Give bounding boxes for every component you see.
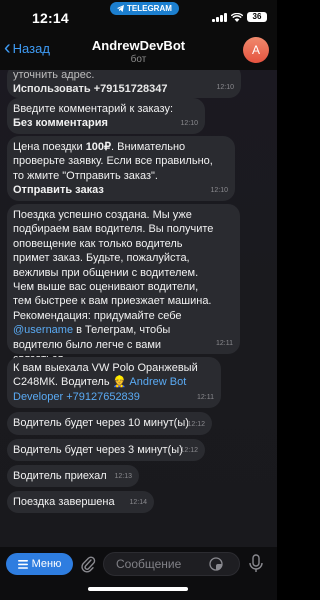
telegram-badge[interactable]: TELEGRAM: [110, 2, 179, 15]
menu-icon: [17, 559, 28, 569]
message-text: С248МК. Водитель 👷 Andrew Bot: [13, 376, 187, 389]
price-value: 100₽: [85, 141, 112, 153]
message-text: К вам выехала VW Polo Оранжевый: [13, 362, 198, 374]
username-link[interactable]: @username: [13, 324, 73, 336]
message-text: уточнить адрес.: [13, 70, 95, 81]
message-time: 12:14: [129, 498, 147, 506]
message-text: Цена поездки 100₽. Внимательно: [13, 141, 186, 153]
message-text: оповещение как только водитель: [13, 237, 183, 250]
driver-link[interactable]: Andrew Bot: [126, 376, 186, 388]
message-text: Поездка завершена: [13, 496, 115, 508]
message-time: 12:11: [197, 393, 214, 401]
menu-button-label: Меню: [31, 558, 62, 570]
message-text: @username в Телеграм, чтобы: [13, 324, 171, 337]
message-bubble: Введите комментарий к заказу: Без коммен…: [7, 98, 205, 134]
driver-emoji: 👷: [112, 376, 127, 389]
message-bubble: К вам выехала VW Polo Оранжевый С248МК. …: [7, 357, 221, 408]
telegram-plane-icon: [117, 5, 124, 12]
message-text: то жмите "Отправить заказ".: [13, 169, 158, 182]
message-bubble: Водитель будет через 3 минут(ы) 12:12: [7, 439, 205, 461]
message-text: Поездка успешно создана. Мы уже: [13, 209, 192, 221]
message-text: тем быстрее к вам приезжает машина.: [13, 295, 212, 308]
message-text-bold: Без комментария: [13, 117, 108, 130]
status-bar: 12:14 TELEGRAM 36: [0, 0, 277, 34]
avatar[interactable]: A: [243, 37, 269, 63]
message-time: 12:10: [180, 119, 198, 127]
sticker-icon[interactable]: [209, 557, 223, 571]
driver-phone-link[interactable]: Developer +79127652839: [13, 390, 215, 404]
status-icons: 36: [212, 12, 267, 22]
message-text: водителю было легче с вами: [13, 338, 162, 351]
message-bubble: уточнить адрес. Использовать +7915172834…: [7, 70, 241, 98]
message-time: 12:10: [216, 83, 234, 91]
message-text: Введите комментарий к заказу:: [13, 103, 174, 115]
composer-bar: Меню: [0, 547, 277, 600]
message-time: 12:12: [180, 446, 198, 454]
telegram-badge-label: TELEGRAM: [127, 4, 172, 13]
message-time: 12:13: [114, 472, 132, 480]
message-text: Водитель будет через 3 минут(ы): [13, 444, 183, 456]
message-time: 12:11: [216, 339, 233, 347]
status-time: 12:14: [32, 10, 69, 26]
message-bubble: Водитель будет через 10 минут(ы) 12:12: [7, 412, 212, 435]
message-list[interactable]: уточнить адрес. Использовать +7915172834…: [0, 70, 277, 547]
message-bubble: Цена поездки 100₽. Внимательно проверьте…: [7, 136, 235, 201]
battery-icon: 36: [247, 12, 267, 22]
message-text: вежливы при общении с водителем.: [13, 266, 199, 279]
use-phone-link[interactable]: Использовать +79151728347: [13, 82, 235, 96]
message-bubble: Поездка успешно создана. Мы уже подбирае…: [7, 204, 240, 365]
paperclip-icon[interactable]: [80, 555, 96, 573]
microphone-icon[interactable]: [248, 554, 264, 574]
message-text: примет заказ. Будьте, пожалуйста,: [13, 252, 190, 265]
send-order-link[interactable]: Отправить заказ: [13, 183, 229, 197]
signal-icon: [212, 12, 227, 22]
chat-subtitle: бот: [130, 54, 147, 65]
message-time: 12:12: [187, 420, 205, 428]
message-bubble: Поездка завершена 12:14: [7, 491, 154, 513]
home-indicator[interactable]: [88, 587, 188, 591]
menu-button[interactable]: Меню: [6, 553, 73, 575]
message-text: подбираем вам водителя. Вы получите: [13, 223, 214, 236]
message-time: 12:10: [210, 186, 228, 194]
chat-header: ‹ Назад AndrewDevBot бот A: [0, 34, 277, 70]
message-bubble: Водитель приехал 12:13: [7, 465, 139, 487]
wifi-icon: [231, 12, 243, 22]
chat-title[interactable]: AndrewDevBot: [0, 38, 277, 53]
message-text: Рекомендация: придумайте себе: [13, 309, 182, 322]
message-text: проверьте заявку. Если все правильно,: [13, 155, 213, 168]
message-text: Водитель будет через 10 минут(ы): [13, 417, 189, 429]
message-text: Чем выше вас оценивают водители,: [13, 281, 199, 294]
